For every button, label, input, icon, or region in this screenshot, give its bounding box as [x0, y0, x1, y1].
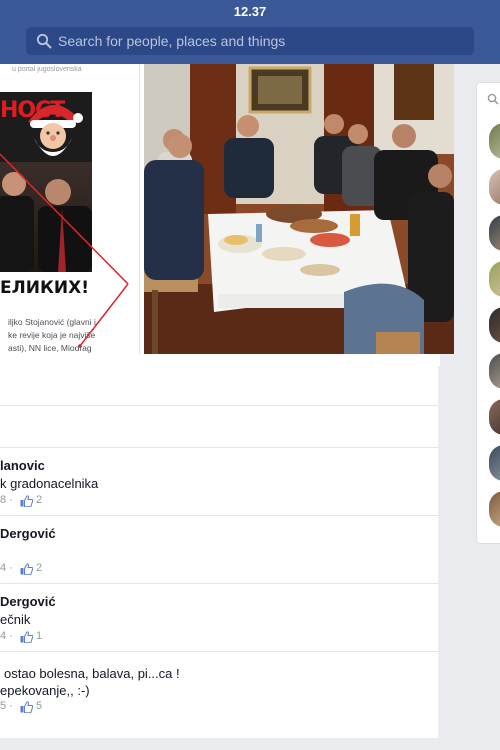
avatar[interactable]: [489, 261, 500, 297]
comment-timestamp: 4 ·: [0, 562, 13, 574]
poster-line: ke revije koja je najviše: [8, 330, 96, 340]
poster-caption: u portal jugoslovenska: [12, 66, 82, 73]
comment-timestamp: 8 ·: [0, 494, 13, 506]
like-icon[interactable]: [20, 563, 33, 575]
comment-text: k gradonacelnika: [0, 476, 99, 491]
comment-item: Dergović 4 · 2: [0, 516, 438, 584]
comment-text: ostao bolesna, balava, pi...ca !: [4, 666, 180, 681]
comments-card: lanovic k gradonacelnika 8 · 2 Dergović …: [0, 366, 438, 738]
like-icon[interactable]: [20, 631, 33, 643]
avatar[interactable]: [489, 307, 500, 343]
comment-author[interactable]: lanovic: [0, 458, 45, 473]
dinner-scene: [144, 64, 454, 354]
like-count: 5: [36, 700, 43, 712]
poster-line: iljko Stojanović (glavni i: [8, 317, 96, 327]
comment-timestamp: 4 ·: [0, 630, 13, 642]
like-count: 1: [36, 630, 43, 642]
like-count: 2: [36, 562, 43, 574]
search-bar[interactable]: [26, 27, 474, 55]
poster-image: НОСТ ЕЛИКИХ!: [0, 92, 92, 304]
santa-image: [28, 104, 83, 156]
comments-spacer-row: [0, 366, 438, 406]
comment-item: lanovic k gradonacelnika 8 · 2: [0, 448, 438, 516]
comment-text-line-2: epekovanje,, :-): [0, 683, 90, 698]
status-time: 12.37: [233, 4, 267, 19]
avatar[interactable]: [489, 169, 500, 205]
avatar[interactable]: [489, 123, 500, 159]
poster-banner-text: ЕЛИКИХ!: [0, 278, 89, 298]
avatar[interactable]: [489, 399, 500, 435]
top-bar: 12.37: [0, 0, 500, 64]
avatar[interactable]: [489, 445, 500, 481]
comment-item: Dergović ečnik 4 · 1: [0, 584, 438, 652]
bottom-background: [0, 738, 500, 750]
dinner-photo[interactable]: [144, 64, 454, 354]
poster-description: iljko Stojanović (glavni i ke revije koj…: [8, 316, 138, 354]
comment-timestamp: 5 ·: [0, 700, 13, 712]
avatar[interactable]: [489, 491, 500, 527]
comment-item: ostao bolesna, balava, pi...ca ! epekova…: [0, 652, 438, 738]
search-input[interactable]: [58, 27, 463, 55]
poster-photo[interactable]: u portal jugoslovenska НОСТ ЕЛИКИХ! iljk…: [0, 64, 140, 354]
poster-banner: ЕЛИКИХ!: [0, 272, 92, 304]
like-count: 2: [36, 494, 43, 506]
poster-people-image: [0, 162, 92, 272]
comment-author[interactable]: Dergović: [0, 526, 56, 541]
contacts-sidebar: [476, 82, 500, 544]
like-icon[interactable]: [20, 495, 33, 507]
like-icon[interactable]: [20, 701, 33, 713]
search-icon[interactable]: [487, 93, 499, 105]
comments-spacer-row: [0, 406, 438, 448]
avatar[interactable]: [489, 353, 500, 389]
avatar[interactable]: [489, 215, 500, 251]
search-icon: [36, 33, 52, 49]
comment-text: ečnik: [0, 612, 31, 627]
poster-line: asti), NN lice, Miodrag: [8, 343, 92, 353]
comment-author[interactable]: Dergović: [0, 594, 56, 609]
